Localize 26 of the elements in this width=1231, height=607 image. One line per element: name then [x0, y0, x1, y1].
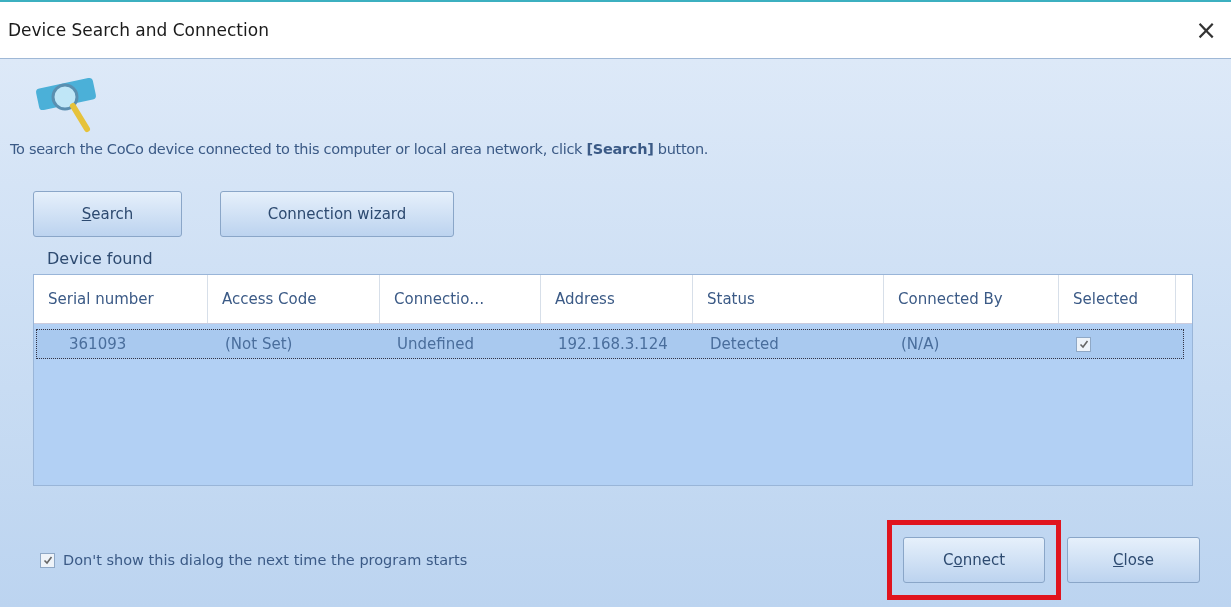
column-header[interactable]: Status: [693, 275, 884, 323]
column-header[interactable]: Connected By: [884, 275, 1059, 323]
connect-button[interactable]: Connect: [903, 537, 1045, 583]
column-header[interactable]: Connectio…: [380, 275, 541, 323]
checkmark-icon: [42, 555, 53, 565]
table-cell-text: Detected: [709, 334, 780, 355]
checkbox-label: Don't show this dialog the next time the program starts: [63, 552, 468, 568]
table-cell-text: (N/A): [900, 334, 941, 355]
table-cell-text: 361093: [68, 334, 128, 355]
table-cell-text: Undefined: [396, 334, 475, 355]
selected-checkbox[interactable]: [1076, 336, 1091, 352]
column-header[interactable]: Access Code: [208, 275, 380, 323]
table-cell-text: 192.168.3.124: [557, 334, 669, 355]
search-button[interactable]: Search: [33, 191, 182, 237]
group-label: Device found: [47, 249, 154, 268]
instruction-text: To search the CoCo device connected to this computer or local area network, click [Search] button.: [10, 141, 710, 157]
wizard-button[interactable]: Connection wizard: [220, 191, 454, 237]
checkbox[interactable]: [40, 552, 55, 568]
checkmark-icon: [1078, 339, 1089, 349]
column-header[interactable]: Selected: [1059, 275, 1176, 323]
column-header[interactable]: Address: [541, 275, 693, 323]
window-title: Device Search and Connection: [8, 20, 269, 40]
close-button[interactable]: ×: [1191, 15, 1221, 45]
table-cell-text: (Not Set): [224, 334, 294, 355]
close-dialog-button[interactable]: Close: [1067, 537, 1200, 583]
column-header[interactable]: Serial number: [34, 275, 208, 323]
